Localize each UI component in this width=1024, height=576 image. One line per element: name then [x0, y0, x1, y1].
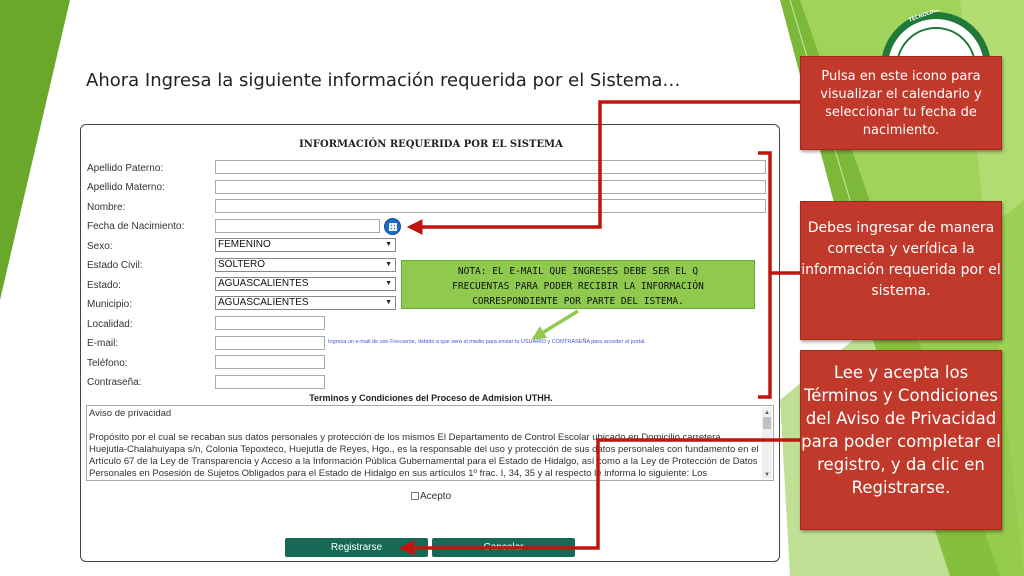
calendar-tip-callout: Pulsa en este icono para visualizar el c…: [800, 56, 1002, 150]
info-tip-callout: Debes ingresar de manera correcta y verí…: [800, 201, 1002, 340]
terms-arrow: [398, 438, 800, 556]
note-arrow: [531, 309, 579, 340]
info-bracket: [758, 151, 772, 399]
calendar-arrow: [406, 100, 800, 235]
terms-tip-callout: Lee y acepta los Términos y Condiciones …: [800, 350, 1002, 530]
